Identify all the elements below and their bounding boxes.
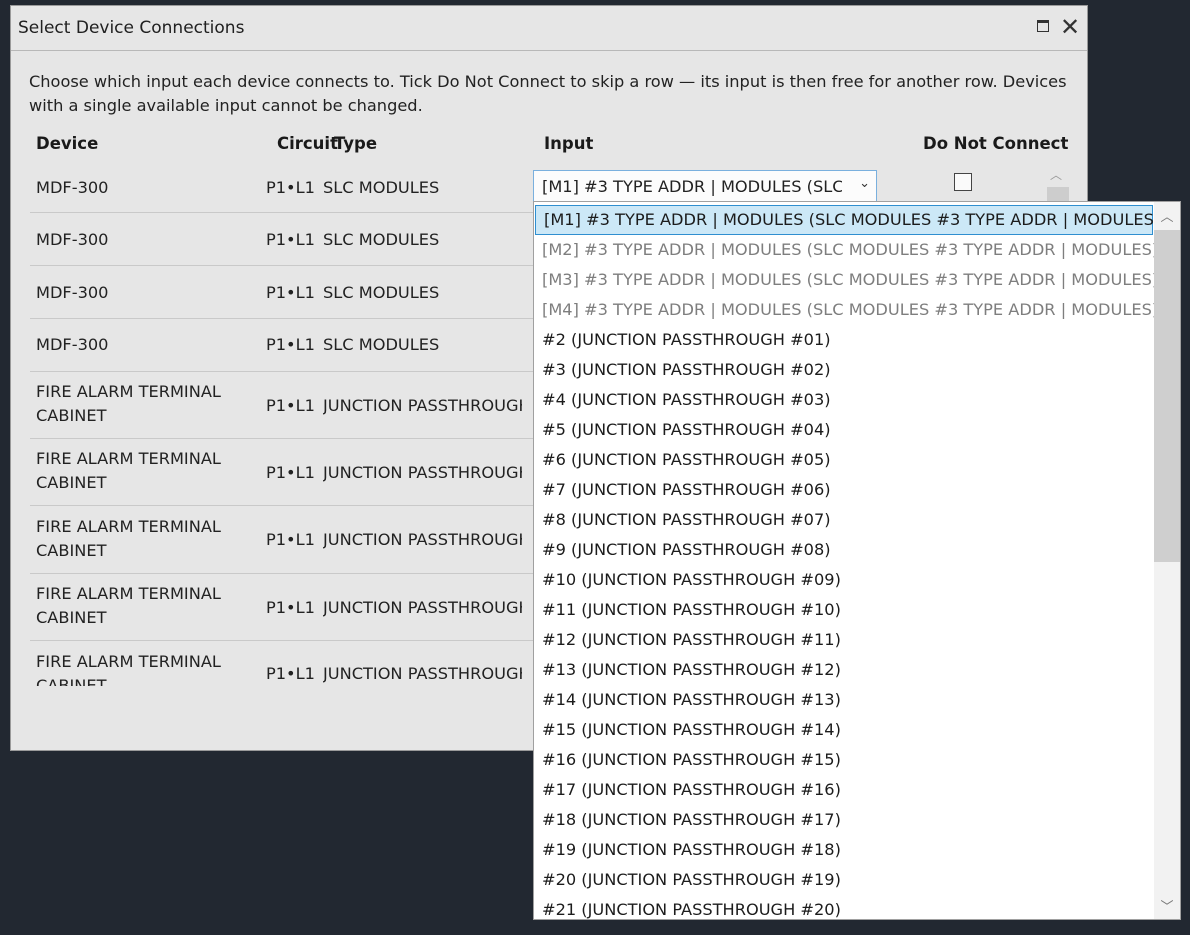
dropdown-scrollbar[interactable]: ︿ ﹀ [1154, 202, 1180, 919]
close-button[interactable]: ✕ [1059, 13, 1081, 41]
dropdown-option[interactable]: #8 (JUNCTION PASSTHROUGH #07) [534, 505, 1154, 535]
chevron-down-icon: ⌄ [859, 176, 870, 191]
type-value: SLC MODULES [323, 335, 440, 354]
dropdown-option[interactable]: #9 (JUNCTION PASSTHROUGH #08) [534, 535, 1154, 565]
device-name: MDF-300 [36, 283, 109, 302]
column-header-do-not-connect: Do Not Connect [923, 134, 1069, 153]
dropdown-option[interactable]: #6 (JUNCTION PASSTHROUGH #05) [534, 445, 1154, 475]
dropdown-option[interactable]: #20 (JUNCTION PASSTHROUGH #19) [534, 865, 1154, 895]
type-value: JUNCTION PASSTHROUGH [323, 598, 522, 617]
type-value: SLC MODULES [323, 178, 440, 197]
circuit-value: P1•L1 [266, 463, 315, 482]
input-combobox-value: [M1] #3 TYPE ADDR | MODULES (SLC MODULES… [542, 177, 842, 196]
type-value: JUNCTION PASSTHROUGH [323, 664, 522, 683]
type-value: JUNCTION PASSTHROUGH [323, 463, 522, 482]
device-name-line1: FIRE ALARM TERMINAL [36, 382, 221, 401]
circuit-value: P1•L1 [266, 598, 315, 617]
close-icon: ✕ [1059, 13, 1081, 41]
column-header-circuit: Circuit [277, 134, 338, 153]
dropdown-option[interactable]: #15 (JUNCTION PASSTHROUGH #14) [534, 715, 1154, 745]
device-name-line1: FIRE ALARM TERMINAL [36, 584, 221, 603]
device-name: MDF-300 [36, 335, 109, 354]
circuit-value: P1•L1 [266, 396, 315, 415]
device-name-line1: FIRE ALARM TERMINAL [36, 517, 221, 536]
window-title: Select Device Connections [18, 18, 245, 38]
device-name-line2: CABINET [36, 541, 107, 560]
maximize-button[interactable] [1033, 16, 1055, 38]
device-name-line2: CABINET [36, 473, 107, 492]
column-header-device: Device [36, 134, 99, 153]
instructions-text: Choose which input each device connects … [29, 72, 1067, 115]
dropdown-option[interactable]: #12 (JUNCTION PASSTHROUGH #11) [534, 625, 1154, 655]
dropdown-option[interactable]: #10 (JUNCTION PASSTHROUGH #09) [534, 565, 1154, 595]
dropdown-option[interactable]: #11 (JUNCTION PASSTHROUGH #10) [534, 595, 1154, 625]
dropdown-option[interactable]: #13 (JUNCTION PASSTHROUGH #12) [534, 655, 1154, 685]
dropdown-option[interactable]: #2 (JUNCTION PASSTHROUGH #01) [534, 325, 1154, 355]
dropdown-option[interactable]: #19 (JUNCTION PASSTHROUGH #18) [534, 835, 1154, 865]
chevron-down-icon[interactable]: ﹀ [1154, 896, 1180, 915]
dropdown-option[interactable]: #21 (JUNCTION PASSTHROUGH #20) [534, 895, 1154, 919]
chevron-up-icon[interactable]: ︿ [1050, 166, 1062, 183]
type-value: SLC MODULES [323, 230, 440, 249]
chevron-up-icon[interactable]: ︿ [1154, 206, 1180, 225]
device-name: MDF-300 [36, 178, 109, 197]
dropdown-option[interactable]: #5 (JUNCTION PASSTHROUGH #04) [534, 415, 1154, 445]
input-combobox[interactable]: [M1] #3 TYPE ADDR | MODULES (SLC MODULES… [533, 170, 877, 202]
maximize-icon [1037, 20, 1049, 32]
type-value: JUNCTION PASSTHROUGH [323, 396, 522, 415]
do-not-connect-checkbox[interactable] [954, 173, 972, 191]
circuit-value: P1•L1 [266, 664, 315, 683]
type-value: SLC MODULES [323, 283, 440, 302]
dropdown-option[interactable]: #4 (JUNCTION PASSTHROUGH #03) [534, 385, 1154, 415]
device-name: MDF-300 [36, 230, 109, 249]
circuit-value: P1•L1 [266, 178, 315, 197]
device-name-line2: CABINET [36, 676, 107, 686]
circuit-value: P1•L1 [266, 530, 315, 549]
dropdown-option[interactable]: #14 (JUNCTION PASSTHROUGH #13) [534, 685, 1154, 715]
input-dropdown-list[interactable]: [M1] #3 TYPE ADDR | MODULES (SLC MODULES… [533, 201, 1181, 920]
device-name-line2: CABINET [36, 608, 107, 627]
dropdown-option[interactable]: [M2] #3 TYPE ADDR | MODULES (SLC MODULES… [534, 235, 1158, 265]
column-header-input: Input [544, 134, 594, 153]
dropdown-option[interactable]: #17 (JUNCTION PASSTHROUGH #16) [534, 775, 1154, 805]
device-name-line1: FIRE ALARM TERMINAL [36, 449, 221, 468]
circuit-value: P1•L1 [266, 335, 315, 354]
dropdown-option[interactable]: #7 (JUNCTION PASSTHROUGH #06) [534, 475, 1154, 505]
dropdown-option[interactable]: #3 (JUNCTION PASSTHROUGH #02) [534, 355, 1154, 385]
circuit-value: P1•L1 [266, 283, 315, 302]
dropdown-option[interactable]: [M4] #3 TYPE ADDR | MODULES (SLC MODULES… [534, 295, 1158, 325]
circuit-value: P1•L1 [266, 230, 315, 249]
dropdown-scrollbar-thumb[interactable] [1154, 230, 1180, 562]
device-name-line2: CABINET [36, 406, 107, 425]
device-name-line1: FIRE ALARM TERMINAL [36, 652, 221, 671]
dropdown-option[interactable]: [M1] #3 TYPE ADDR | MODULES (SLC MODULES… [535, 205, 1160, 235]
dropdown-option[interactable]: [M3] #3 TYPE ADDR | MODULES (SLC MODULES… [534, 265, 1158, 295]
type-value: JUNCTION PASSTHROUGH [323, 530, 522, 549]
dropdown-option[interactable]: #16 (JUNCTION PASSTHROUGH #15) [534, 745, 1154, 775]
column-header-type: Type [334, 134, 378, 153]
dropdown-option[interactable]: #18 (JUNCTION PASSTHROUGH #17) [534, 805, 1154, 835]
title-bar[interactable]: Select Device Connections ✕ [11, 6, 1087, 51]
